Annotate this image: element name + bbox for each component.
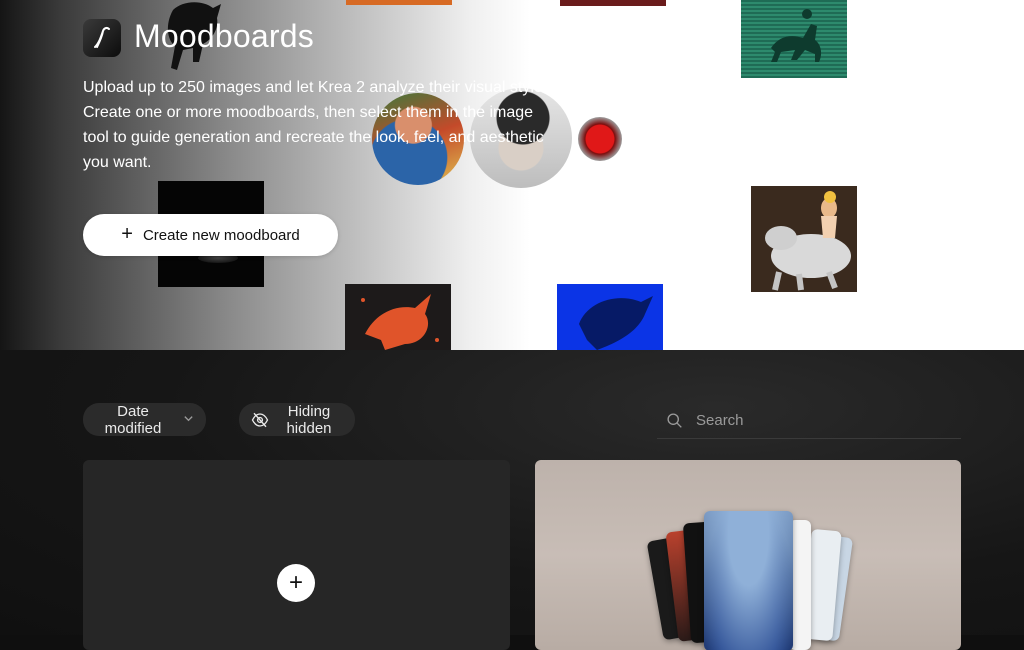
plus-icon[interactable]: + [277, 564, 315, 602]
sort-label: Date modified [104, 402, 162, 437]
visibility-toggle[interactable]: Hiding hidden [239, 402, 355, 437]
moodboard-image [557, 284, 663, 350]
moodboard-thumbnail [704, 511, 793, 650]
search-bar [657, 402, 961, 439]
page-description: Upload up to 250 images and let Krea 2 a… [83, 79, 548, 171]
sort-dropdown[interactable]: Date modified [83, 402, 206, 437]
moodboard-image [346, 0, 452, 5]
plus-icon: + [121, 223, 133, 245]
moodboard-image [741, 0, 847, 78]
visibility-label: Hiding hidden [286, 402, 332, 437]
create-moodboard-button[interactable]: + Create new moodboard [83, 214, 338, 256]
create-moodboard-label: Create new moodboard [142, 226, 300, 244]
moodboard-image [751, 186, 857, 292]
page-title: Moodboards [134, 18, 314, 54]
hero-banner: Moodboards Upload up to 250 images and l… [0, 0, 1024, 350]
moodboards-logo-icon [83, 19, 121, 57]
chevron-down-icon [183, 413, 194, 427]
new-moodboard-card[interactable]: + [83, 460, 510, 650]
eye-off-icon [251, 411, 269, 429]
search-icon [667, 412, 682, 428]
moodboard-library: Date modified Hiding hidden + [0, 350, 1024, 650]
moodboard-image [345, 284, 451, 350]
moodboard-image [560, 0, 666, 6]
search-input[interactable] [694, 410, 938, 430]
moodboard-preview-avatar [578, 117, 622, 161]
moodboard-card[interactable] [535, 460, 961, 650]
